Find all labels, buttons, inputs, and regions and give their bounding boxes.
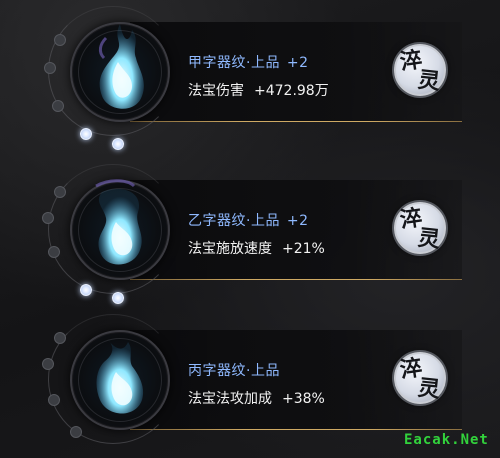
level-dot [54, 34, 66, 46]
refine-spirit-button[interactable]: 淬 灵 [394, 202, 446, 254]
inscription-stat: 法宝施放速度 +21% [188, 238, 325, 258]
refine-glyph: 灵 [416, 374, 442, 404]
stat-name: 法宝施放速度 [188, 241, 272, 257]
level-dot [42, 358, 54, 370]
level-dot [42, 212, 54, 224]
stat-name: 法宝伤害 [188, 83, 244, 99]
level-dot [70, 426, 82, 438]
refine-spirit-button[interactable]: 淬 灵 [394, 352, 446, 404]
refine-glyph: 灵 [416, 66, 442, 96]
level-dot [48, 394, 60, 406]
level-dot [52, 100, 64, 112]
level-dot [48, 246, 60, 258]
stat-value: +21% [282, 241, 325, 257]
level-dot-lit [112, 292, 124, 304]
refine-glyph: 灵 [416, 224, 442, 254]
inscription-row-1: 甲字器纹·上品 +2 法宝伤害 +472.98万 淬 灵 [0, 0, 500, 150]
level-dot [54, 186, 66, 198]
level-dot-lit [80, 128, 92, 140]
blue-spirit-flame-icon [98, 24, 144, 109]
blue-spirit-flame-icon [95, 179, 142, 265]
refine-spirit-button[interactable]: 淬 灵 [394, 44, 446, 96]
inscription-title: 乙字器纹·上品 +2 [188, 213, 309, 229]
stat-value: +38% [282, 391, 325, 407]
inscription-stat: 法宝伤害 +472.98万 [188, 80, 329, 100]
inscription-title: 丙字器纹·上品 [188, 363, 280, 379]
inscription-stat: 法宝法攻加成 +38% [188, 388, 325, 408]
level-dot-lit [80, 284, 92, 296]
level-dot [54, 332, 66, 344]
blue-spirit-flame-icon [96, 340, 144, 414]
stat-value: +472.98万 [254, 83, 329, 99]
level-dot-lit [112, 138, 124, 150]
inscription-row-2: 乙字器纹·上品 +2 法宝施放速度 +21% 淬 灵 [0, 158, 500, 308]
inscription-title: 甲字器纹·上品 +2 [188, 55, 309, 71]
site-watermark: Eacak.Net [404, 432, 489, 448]
stat-name: 法宝法攻加成 [188, 391, 272, 407]
level-dot [44, 62, 56, 74]
